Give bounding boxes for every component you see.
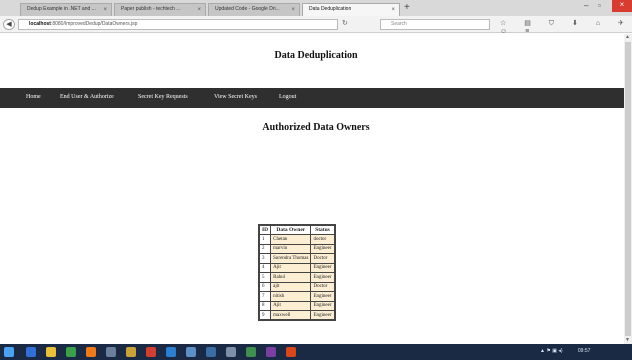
taskbar: ▲ ⚑ ▣ ◂) 09:57	[0, 344, 632, 360]
browser-tab[interactable]: Dedup Example in .NET and ... ×	[20, 3, 112, 16]
search-input[interactable]: Search	[380, 19, 490, 30]
close-tab-icon[interactable]: ×	[103, 7, 107, 13]
close-tab-icon[interactable]: ×	[391, 7, 395, 13]
browser-tab[interactable]: Paper publish - techtech ... ×	[114, 3, 206, 16]
toolbar-icons[interactable]: ☆ ▤ ⛉ ⬇ ⌂ ✈ ☺ ≡	[500, 19, 632, 35]
cell-data-owner: Chetan	[270, 234, 312, 245]
ie-icon[interactable]	[26, 347, 36, 357]
cell-status: Engineer	[310, 300, 335, 311]
address-bar[interactable]: localhost:8080/ImprovedDedup/DataOwners.…	[18, 19, 338, 30]
scroll-down-icon[interactable]: ▼	[625, 337, 630, 343]
app-icon[interactable]	[266, 347, 276, 357]
firefox-icon[interactable]	[86, 347, 96, 357]
menu-item-home[interactable]: Home	[26, 94, 41, 100]
cell-id: 1	[258, 234, 272, 245]
page-title: Data Deduplication	[274, 50, 358, 61]
cell-id: 4	[258, 262, 272, 273]
start-icon[interactable]	[4, 347, 14, 357]
cell-status: doctor	[310, 234, 335, 245]
cell-status: Doctor	[310, 281, 335, 292]
cell-data-owner: marvin	[270, 243, 312, 254]
app-icon[interactable]	[106, 347, 116, 357]
system-tray: ▲ ⚑ ▣ ◂) 09:57	[540, 348, 590, 354]
column-header-data-owner: Data Owner	[270, 224, 312, 235]
browser-nav-bar: ◀ localhost:8080/ImprovedDedup/DataOwner…	[0, 16, 632, 35]
cell-id: 2	[258, 243, 272, 254]
cell-status: Engineer	[310, 262, 335, 273]
close-tab-icon[interactable]: ×	[197, 7, 201, 13]
data-owners-table: ID Data Owner Status 1 Chetan doctor 2 m…	[258, 224, 336, 321]
close-window-icon[interactable]: ×	[612, 0, 632, 12]
menu-item-logout[interactable]: Logout	[279, 94, 296, 100]
menu-item-view-secret-keys[interactable]: View Secret Keys	[214, 94, 257, 100]
vertical-scrollbar[interactable]: ▲ ▼	[624, 34, 632, 344]
maximize-icon[interactable]: ▫	[598, 1, 601, 11]
scrollbar-thumb[interactable]	[625, 42, 631, 336]
app-icon[interactable]	[286, 347, 296, 357]
table-row: 1 Chetan doctor	[258, 234, 335, 245]
close-tab-icon[interactable]: ×	[291, 7, 295, 13]
column-header-status: Status	[310, 224, 335, 235]
minimize-icon[interactable]: –	[584, 1, 588, 11]
app-icon[interactable]	[246, 347, 256, 357]
table-row: 9 maxwell Engineer	[258, 310, 335, 321]
cell-id: 6	[258, 281, 272, 292]
app-icon[interactable]	[126, 347, 136, 357]
cell-data-owner: Rahul	[270, 272, 312, 283]
table-row: 3 Surendra Thomas Doctor	[258, 253, 335, 264]
cell-id: 3	[258, 253, 272, 264]
table-row: 4 Ajit Engineer	[258, 262, 335, 273]
app-icon[interactable]	[186, 347, 196, 357]
table-row: 6 ajit Doctor	[258, 281, 335, 292]
url-host: localhost	[29, 21, 51, 27]
chrome-icon[interactable]	[66, 347, 76, 357]
cell-status: Engineer	[310, 291, 335, 302]
new-tab-icon[interactable]: +	[404, 2, 410, 13]
url-path: :8080/ImprovedDedup/DataOwners.jsp	[50, 21, 138, 27]
cell-status: Engineer	[310, 243, 335, 254]
browser-tab-active[interactable]: Data Deduplication ×	[302, 3, 400, 16]
cell-data-owner: Ajit	[270, 300, 312, 311]
search-placeholder: Search	[391, 21, 407, 27]
tab-label: Dedup Example in .NET and ...	[27, 6, 96, 12]
cell-id: 5	[258, 272, 272, 283]
cell-status: Doctor	[310, 253, 335, 264]
table-header-row: ID Data Owner Status	[258, 224, 335, 235]
cell-id: 8	[258, 300, 272, 311]
cell-data-owner: Surendra Thomas	[270, 253, 312, 264]
app-icon[interactable]	[146, 347, 156, 357]
cell-status: Engineer	[310, 272, 335, 283]
cell-data-owner: ajit	[270, 281, 312, 292]
cell-data-owner: nitish	[270, 291, 312, 302]
cell-status: Engineer	[310, 310, 335, 321]
table-row: 5 Rahul Engineer	[258, 272, 335, 283]
back-button-icon[interactable]: ◀	[3, 19, 15, 30]
section-title: Authorized Data Owners	[262, 122, 370, 133]
app-icon[interactable]	[206, 347, 216, 357]
tab-label: Data Deduplication	[309, 6, 352, 12]
cell-id: 7	[258, 291, 272, 302]
cell-data-owner: Ajit	[270, 262, 312, 273]
browser-tab-bar: Dedup Example in .NET and ... × Paper pu…	[0, 0, 632, 16]
tab-label: Paper publish - techtech ...	[121, 6, 181, 12]
main-menu: Home End User & Authorize Secret Key Req…	[0, 88, 624, 108]
clock: 09:57	[577, 348, 591, 354]
table-row: 2 marvin Engineer	[258, 243, 335, 254]
app-icon[interactable]	[166, 347, 176, 357]
column-header-id: ID	[258, 224, 272, 235]
reload-icon[interactable]: ↻	[342, 19, 348, 27]
tab-label: Updated Code - Google Dri...	[215, 6, 280, 12]
table-row: 8 Ajit Engineer	[258, 300, 335, 311]
cell-id: 9	[258, 310, 272, 321]
table-row: 7 nitish Engineer	[258, 291, 335, 302]
scroll-up-icon[interactable]: ▲	[625, 34, 630, 40]
tray-icons[interactable]: ▲ ⚑ ▣ ◂)	[540, 348, 563, 354]
file-explorer-icon[interactable]	[46, 347, 56, 357]
menu-item-secret-key-requests[interactable]: Secret Key Requests	[138, 94, 188, 100]
app-icon[interactable]	[226, 347, 236, 357]
cell-data-owner: maxwell	[270, 310, 312, 321]
menu-item-end-user-authorize[interactable]: End User & Authorize	[60, 94, 114, 100]
browser-tab[interactable]: Updated Code - Google Dri... ×	[208, 3, 300, 16]
